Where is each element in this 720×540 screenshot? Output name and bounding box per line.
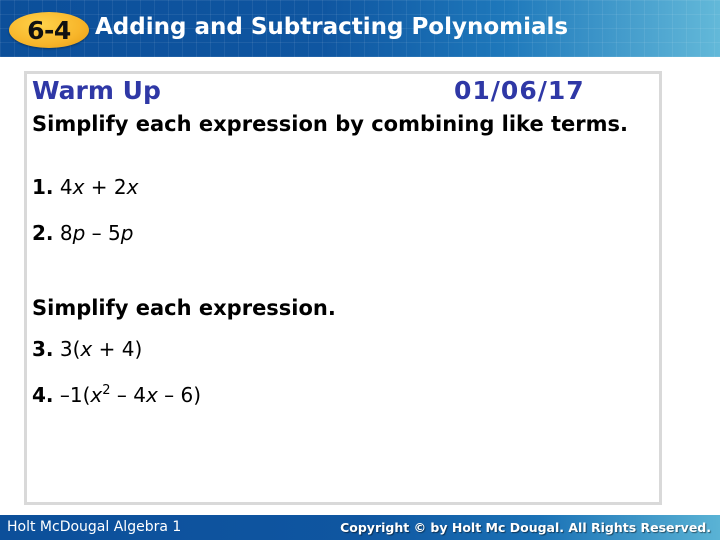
expression-text: – 6) xyxy=(157,383,202,407)
problem-expression: 4x + 2x xyxy=(60,175,139,199)
problem-3: 3. 3(x + 4) xyxy=(32,337,142,361)
expression-text: + 4) xyxy=(92,337,143,361)
problem-2: 2. 8p – 5p xyxy=(32,221,133,245)
lesson-title: Adding and Subtracting Polynomials xyxy=(95,14,569,40)
variable: x xyxy=(126,175,139,199)
expression-text: + 2 xyxy=(84,175,127,199)
exponent: 2 xyxy=(102,383,111,398)
instruction-simplify: Simplify each expression. xyxy=(32,296,336,320)
publisher-label: Holt McDougal Algebra 1 xyxy=(7,519,182,535)
problem-number: 3. xyxy=(32,337,54,361)
lesson-badge: 6-4 xyxy=(9,12,89,48)
problem-number: 1. xyxy=(32,175,54,199)
variable: x xyxy=(90,383,103,407)
variable: p xyxy=(72,221,86,245)
problem-expression: –1(x2 – 4x – 6) xyxy=(60,383,201,407)
variable: x xyxy=(72,175,85,199)
problem-4: 4. –1(x2 – 4x – 6) xyxy=(32,383,201,407)
instruction-combine-like-terms: Simplify each expression by combining li… xyxy=(32,112,629,136)
lesson-number: 6-4 xyxy=(27,15,71,45)
problem-1: 1. 4x + 2x xyxy=(32,175,139,199)
footer-bar: Holt McDougal Algebra 1 Copyright © by H… xyxy=(0,515,720,540)
copyright-notice: Copyright © by Holt Mc Dougal. All Right… xyxy=(340,520,711,535)
problem-expression: 3(x + 4) xyxy=(60,337,142,361)
variable: x xyxy=(80,337,93,361)
expression-text: – 5 xyxy=(85,221,121,245)
header-bar: 6-4 Adding and Subtracting Polynomials xyxy=(0,0,720,57)
problem-expression: 8p – 5p xyxy=(60,221,134,245)
problem-number: 4. xyxy=(32,383,54,407)
warmup-title: Warm Up xyxy=(32,76,161,105)
expression-text: – 4 xyxy=(110,383,146,407)
expression-text: 8 xyxy=(59,221,73,245)
expression-text: –1( xyxy=(59,383,91,407)
warmup-date: 01/06/17 xyxy=(454,76,585,105)
variable: x xyxy=(145,383,158,407)
variable: p xyxy=(120,221,134,245)
expression-text: 4 xyxy=(59,175,73,199)
expression-text: 3( xyxy=(59,337,81,361)
problem-number: 2. xyxy=(32,221,54,245)
